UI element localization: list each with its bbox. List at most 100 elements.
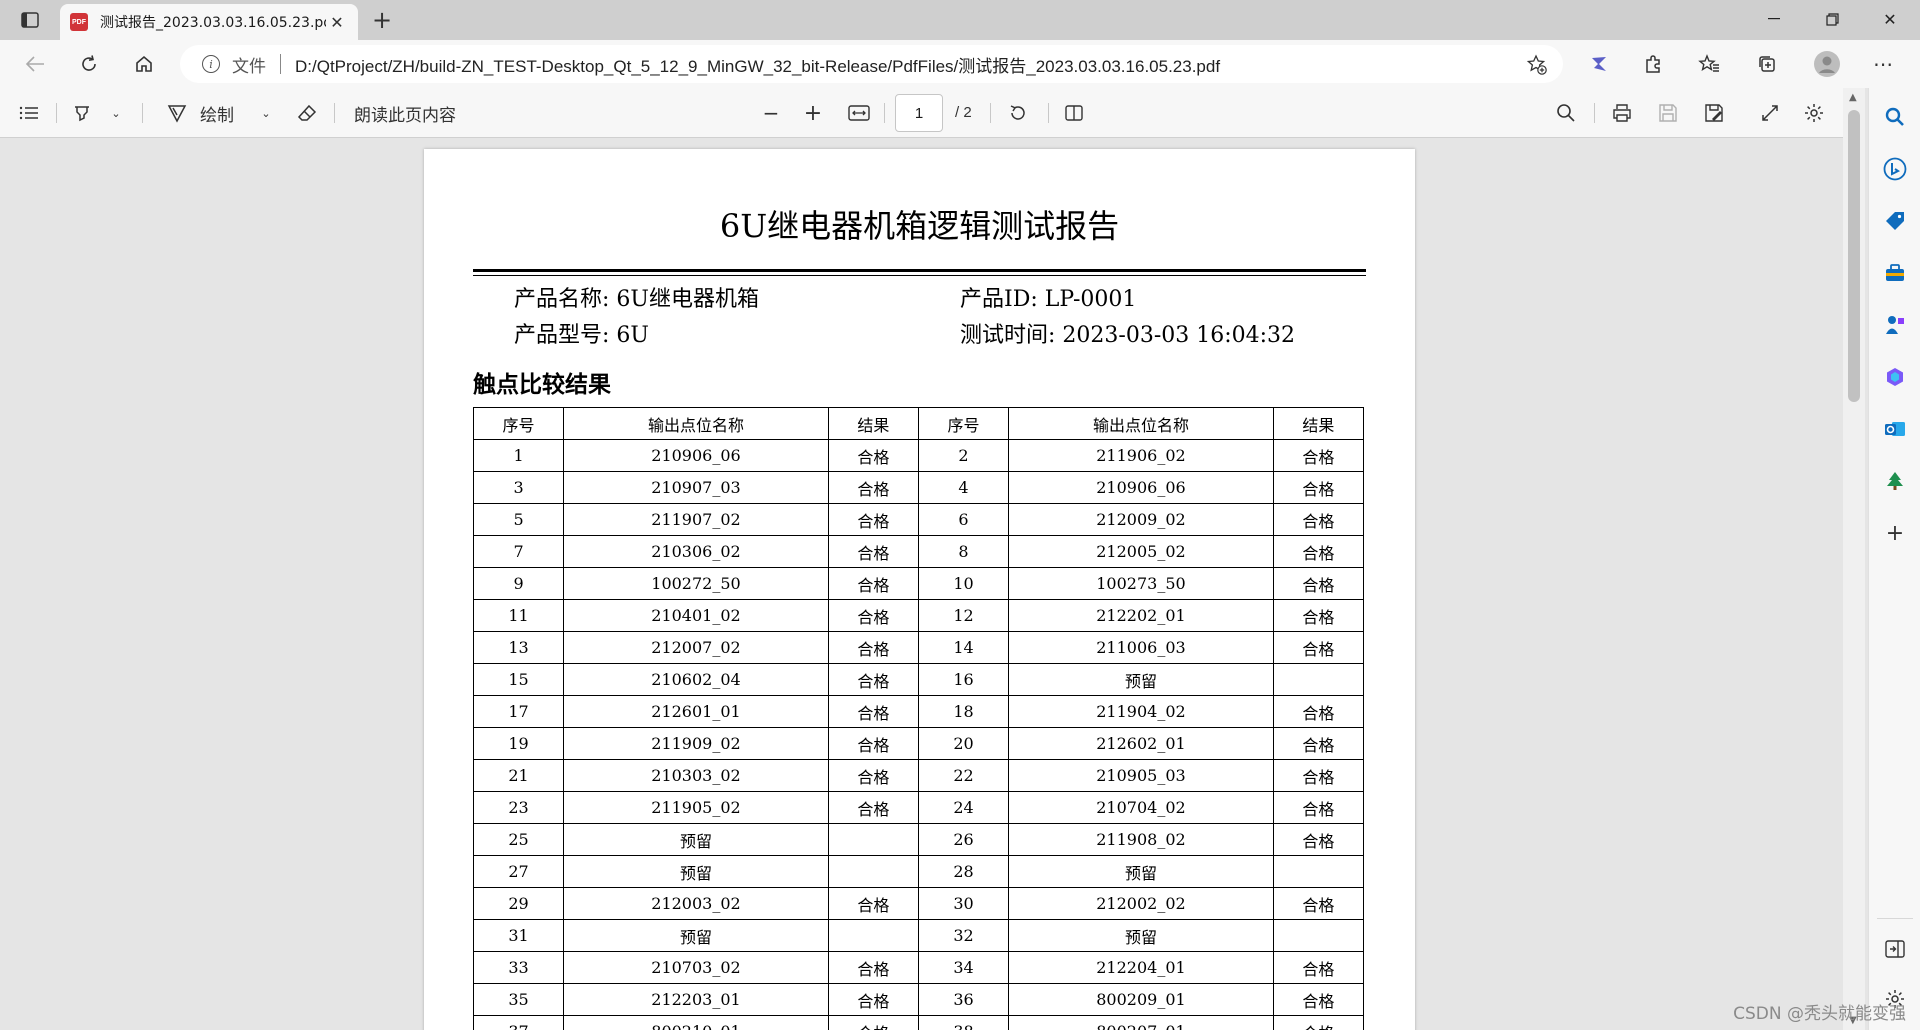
more-menu-icon[interactable]: ⋯ — [1866, 48, 1900, 80]
cell-output-name: 210703_02 — [563, 951, 829, 984]
cell-output-name: 100272_50 — [563, 567, 829, 600]
zoom-out-icon[interactable]: − — [758, 98, 784, 128]
url-text[interactable]: D:/QtProject/ZH/build-ZN_TEST-Desktop_Qt… — [295, 52, 1220, 77]
cell-result: 合格 — [1272, 791, 1365, 824]
draw-icon[interactable] — [164, 98, 190, 128]
page-number-input[interactable]: 1 — [895, 94, 943, 132]
cell-index: 34 — [917, 951, 1010, 984]
sidebar-add-icon[interactable]: + — [1882, 520, 1908, 546]
cell-index: 5 — [472, 503, 565, 536]
cell-output-name: 211909_02 — [563, 727, 829, 760]
print-icon[interactable] — [1608, 98, 1636, 128]
draw-dropdown-chevron-icon[interactable]: ⌄ — [258, 98, 274, 128]
highlight-icon[interactable] — [68, 98, 96, 128]
cell-output-name: 800209_01 — [1008, 983, 1274, 1016]
header-output-name-2: 输出点位名称 — [1008, 407, 1274, 440]
refresh-icon[interactable] — [72, 48, 106, 80]
sidebar-games-icon[interactable] — [1882, 312, 1908, 338]
cell-result: 合格 — [1272, 727, 1365, 760]
cell-result: 合格 — [1272, 439, 1365, 472]
cell-output-name: 800207_01 — [1008, 1015, 1274, 1030]
zoom-in-icon[interactable]: + — [800, 98, 826, 128]
home-icon[interactable] — [127, 48, 161, 80]
contact-results-table: 序号 输出点位名称 结果 序号 输出点位名称 结果 1 210906_06 合格 2 2… — [472, 407, 1365, 1030]
tab-strip: PDF 测试报告_2023.03.03.16.05.23.pd ✕ + ✕ — [0, 0, 1920, 40]
save-icon — [1654, 98, 1682, 128]
cell-index: 12 — [917, 599, 1010, 632]
rotate-icon[interactable] — [1004, 98, 1032, 128]
new-tab-button[interactable]: + — [368, 6, 396, 34]
sidebar-search-icon[interactable] — [1882, 104, 1908, 130]
sidebar-tools-icon[interactable] — [1882, 260, 1908, 286]
toolbar-divider — [884, 103, 885, 123]
cell-output-name: 210602_04 — [563, 663, 829, 696]
active-tab[interactable]: PDF 测试报告_2023.03.03.16.05.23.pd ✕ — [60, 4, 358, 40]
test-time: 测试时间: 2023-03-03 16:04:32 — [960, 323, 1296, 348]
table-row: 7 210306_02 合格 8 212005_02 合格 — [472, 535, 1365, 568]
cell-output-name: 100273_50 — [1008, 567, 1274, 600]
header-index-1: 序号 — [472, 407, 565, 440]
table-row: 23 211905_02 合格 24 210704_02 合格 — [472, 791, 1365, 824]
table-row: 35 212203_01 合格 36 800209_01 合格 — [472, 983, 1365, 1016]
toolbar-divider — [56, 103, 57, 123]
page-view-icon[interactable] — [1060, 98, 1088, 128]
pdf-toolbar: ⌄ 绘制 ⌄ 朗读此页内容 − + 1 / 2 — [0, 88, 1865, 138]
back-icon[interactable] — [18, 48, 52, 80]
table-row: 33 210703_02 合格 34 212204_01 合格 — [472, 951, 1365, 984]
cell-index: 1 — [472, 439, 565, 472]
table-row: 25 预留 26 211908_02 合格 — [472, 823, 1365, 856]
add-favorite-icon[interactable] — [1525, 53, 1549, 77]
site-info-icon[interactable]: i — [202, 55, 220, 73]
highlight-dropdown-chevron-icon[interactable]: ⌄ — [108, 98, 124, 128]
copilot-extension-icon[interactable] — [1582, 48, 1616, 80]
cell-index: 29 — [472, 887, 565, 920]
table-of-contents-icon[interactable] — [14, 98, 44, 128]
cell-output-name: 212002_02 — [1008, 887, 1274, 920]
sidebar-microsoft365-icon[interactable] — [1882, 364, 1908, 390]
close-tab-icon[interactable]: ✕ — [326, 11, 348, 33]
scroll-up-arrow-icon[interactable]: ▲ — [1849, 92, 1857, 103]
cell-index: 24 — [917, 791, 1010, 824]
sidebar-hide-icon[interactable] — [1882, 936, 1908, 962]
sidebar-shopping-icon[interactable] — [1882, 208, 1908, 234]
extensions-icon[interactable] — [1636, 48, 1670, 80]
cell-index: 22 — [917, 759, 1010, 792]
cell-result: 合格 — [1272, 823, 1365, 856]
cell-result: 合格 — [1272, 631, 1365, 664]
full-screen-icon[interactable] — [1756, 98, 1784, 128]
page-total-label: / 2 — [955, 104, 972, 121]
cell-result — [827, 855, 919, 888]
header-result-2: 结果 — [1272, 407, 1365, 440]
minimize-icon[interactable] — [1746, 0, 1802, 38]
favorites-icon[interactable] — [1692, 48, 1726, 80]
cell-index: 16 — [917, 663, 1010, 696]
erase-icon[interactable] — [294, 98, 320, 128]
restore-icon[interactable] — [1804, 0, 1860, 38]
cell-result — [1272, 919, 1365, 952]
fit-to-width-icon[interactable] — [844, 98, 874, 128]
cell-index: 28 — [917, 855, 1010, 888]
address-bar[interactable]: i 文件 D:/QtProject/ZH/build-ZN_TEST-Deskt… — [180, 45, 1563, 83]
read-aloud-button[interactable]: 朗读此页内容 — [354, 98, 456, 128]
sidebar-drop-tree-icon[interactable] — [1882, 468, 1908, 494]
cell-result: 合格 — [1272, 887, 1365, 920]
table-row: 9 100272_50 合格 10 100273_50 合格 — [472, 567, 1365, 600]
draw-button[interactable]: 绘制 — [200, 98, 234, 128]
settings-gear-icon[interactable] — [1800, 98, 1828, 128]
sidebar-bing-icon[interactable] — [1882, 156, 1908, 182]
sidebar-outlook-icon[interactable] — [1882, 416, 1908, 442]
close-window-icon[interactable]: ✕ — [1862, 0, 1918, 38]
search-icon[interactable] — [1552, 98, 1580, 128]
save-as-icon[interactable] — [1700, 98, 1728, 128]
profile-avatar[interactable] — [1810, 48, 1844, 80]
scrollbar-thumb[interactable] — [1848, 110, 1860, 402]
toolbar-divider — [1048, 103, 1049, 123]
tab-actions-icon[interactable] — [12, 6, 48, 34]
vertical-scrollbar[interactable]: ▲ ▼ — [1843, 88, 1865, 1030]
cell-result: 合格 — [827, 1015, 919, 1030]
cell-index: 19 — [472, 727, 565, 760]
header-output-name-1: 输出点位名称 — [563, 407, 829, 440]
collections-icon[interactable] — [1750, 48, 1784, 80]
cell-result: 合格 — [1272, 759, 1365, 792]
cell-index: 33 — [472, 951, 565, 984]
